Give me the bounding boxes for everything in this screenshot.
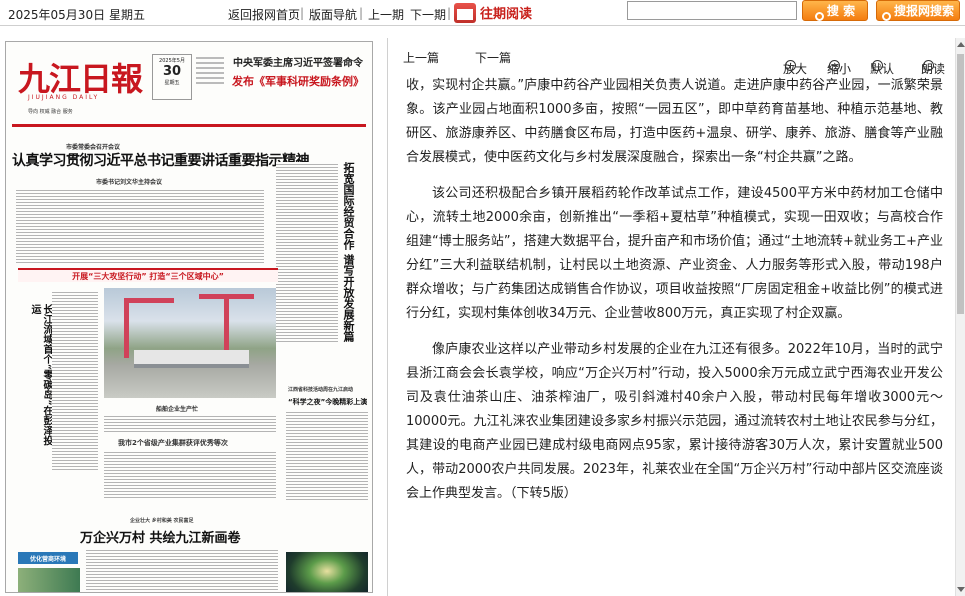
scroll-up-arrow-icon[interactable] xyxy=(957,42,965,47)
scrollbar-thumb[interactable] xyxy=(957,54,964,314)
article-paragraph: 收，实现村企共赢。”庐康中药谷产业园相关负责人说道。走进庐康中药谷产业园，一派繁… xyxy=(406,78,943,165)
business-env-tag: 优化营商环境 xyxy=(18,552,78,564)
top-news-line1: 中央军委主席习近平签署命令 xyxy=(233,58,363,69)
home-link[interactable]: 返回报网首页 xyxy=(228,6,300,23)
photo-caption: 船舶企业生产忙 xyxy=(156,406,199,413)
photo-caption-text xyxy=(104,414,276,434)
article-paragraph: 该公司还积极配合乡镇开展稻药轮作改革试点工作，建设4500平方米中药材加工仓储中… xyxy=(406,186,943,321)
search-icon xyxy=(814,12,824,21)
site-search-button[interactable]: 搜报网搜索 xyxy=(876,0,960,21)
layout-nav-link[interactable]: 版面导航 xyxy=(309,6,357,23)
history-reading-button[interactable]: 往期阅读 xyxy=(454,2,532,23)
zoom-in-icon xyxy=(785,60,796,71)
reader-toolbar: 上一篇 下一篇 放大 缩小 默认 朗读 xyxy=(389,38,955,76)
prev-issue-link[interactable]: 上一期 xyxy=(368,6,404,23)
right-vertical-headline[interactable]: 拓宽国际经贸合作 谱写开放发展新篇 xyxy=(342,162,355,352)
side-caption: 江西省科技活动周在九江启动 xyxy=(288,387,354,393)
masthead-slogan: 导向 权威 融合 服务 xyxy=(28,109,73,115)
left-article-text[interactable] xyxy=(52,290,98,470)
night-event-photo[interactable] xyxy=(286,552,368,592)
toolbar-separator: | xyxy=(300,6,305,20)
scroll-down-arrow-icon[interactable] xyxy=(957,587,965,592)
article-scrollbar[interactable] xyxy=(955,38,965,596)
search-input[interactable] xyxy=(627,1,797,20)
top-news[interactable]: 中央军委主席习近平签署命令 发布《军事科研奖励条例》 xyxy=(228,54,368,89)
read-aloud-icon xyxy=(923,60,934,71)
top-toolbar: 2025年05月30日 星期五 返回报网首页 | 版面导航 | 上一期 下一期 … xyxy=(0,0,965,26)
newspaper-page[interactable]: 九江日報 JIUJIANG DAILY 导向 权威 融合 服务 2025年5月 … xyxy=(5,41,373,593)
feature-banner: 开展“三大攻坚行动” 打造“三个区域中心” xyxy=(18,268,278,282)
article-body: 收，实现村企共赢。”庐康中药谷产业园相关负责人说道。走进庐康中药谷产业园，一派繁… xyxy=(406,74,943,518)
lead-headline[interactable]: 认真学习贯彻习近平总书记重要讲话重要指示精神 xyxy=(12,150,310,170)
lead-article-text[interactable] xyxy=(16,188,264,264)
date-box-day: 30 xyxy=(162,64,182,79)
shipyard-photo[interactable] xyxy=(104,288,276,398)
bottom-kicker: 企业壮大 乡村和美 农民富足 xyxy=(130,518,194,524)
secondary-headline[interactable]: 我市2个省级产业集群获评优秀等次 xyxy=(118,438,228,448)
next-issue-link[interactable]: 下一期 xyxy=(410,6,446,23)
masthead-rule xyxy=(12,124,366,127)
right-article-text[interactable] xyxy=(276,162,338,342)
history-label: 往期阅读 xyxy=(480,7,533,22)
date-box-weekday: 星期五 xyxy=(164,80,180,86)
side-headline[interactable]: “科学之夜”今晚精彩上演 xyxy=(288,397,367,407)
default-size-icon xyxy=(872,60,883,71)
issue-date: 2025年05月30日 xyxy=(8,8,106,22)
search-button[interactable]: 搜 索 xyxy=(802,0,868,21)
next-article-link[interactable]: 下一篇 xyxy=(475,49,511,66)
bottom-left-photo[interactable] xyxy=(18,568,80,592)
secondary-article-text[interactable] xyxy=(104,450,276,500)
toolbar-separator: | xyxy=(359,6,364,20)
zoom-out-icon xyxy=(829,60,840,71)
issue-weekday: 星期五 xyxy=(109,8,146,22)
top-news-line2: 发布《军事科研奖励条例》 xyxy=(232,75,364,88)
article-panel: 上一篇 下一篇 放大 缩小 默认 朗读 收，实现村企共赢。”庐康中药谷产业园相关… xyxy=(389,38,965,596)
bottom-article-text[interactable] xyxy=(86,548,278,592)
newspaper-panel: 九江日報 JIUJIANG DAILY 导向 权威 融合 服务 2025年5月 … xyxy=(0,38,388,596)
masthead-pinyin: JIUJIANG DAILY xyxy=(28,94,100,101)
left-vertical-headline[interactable]: 长江流域首个“零碳岛”在彭泽投运 xyxy=(28,304,52,454)
ship-shape xyxy=(134,350,249,368)
toolbar-separator: | xyxy=(447,6,452,20)
calendar-icon xyxy=(454,2,476,23)
edition-info xyxy=(196,54,224,100)
search-icon xyxy=(881,12,891,21)
lead-subkicker: 市委书记刘文华主持会议 xyxy=(96,179,163,186)
prev-article-link[interactable]: 上一篇 xyxy=(403,49,439,66)
date-box: 2025年5月 30 星期五 xyxy=(152,54,192,100)
bottom-headline[interactable]: 万企兴万村 共绘九江新画卷 xyxy=(80,527,241,546)
side-article-text[interactable] xyxy=(286,410,368,500)
article-paragraph: 像庐康农业这样以产业带动乡村发展的企业在九江还有很多。2022年10月，当时的武… xyxy=(406,342,943,501)
